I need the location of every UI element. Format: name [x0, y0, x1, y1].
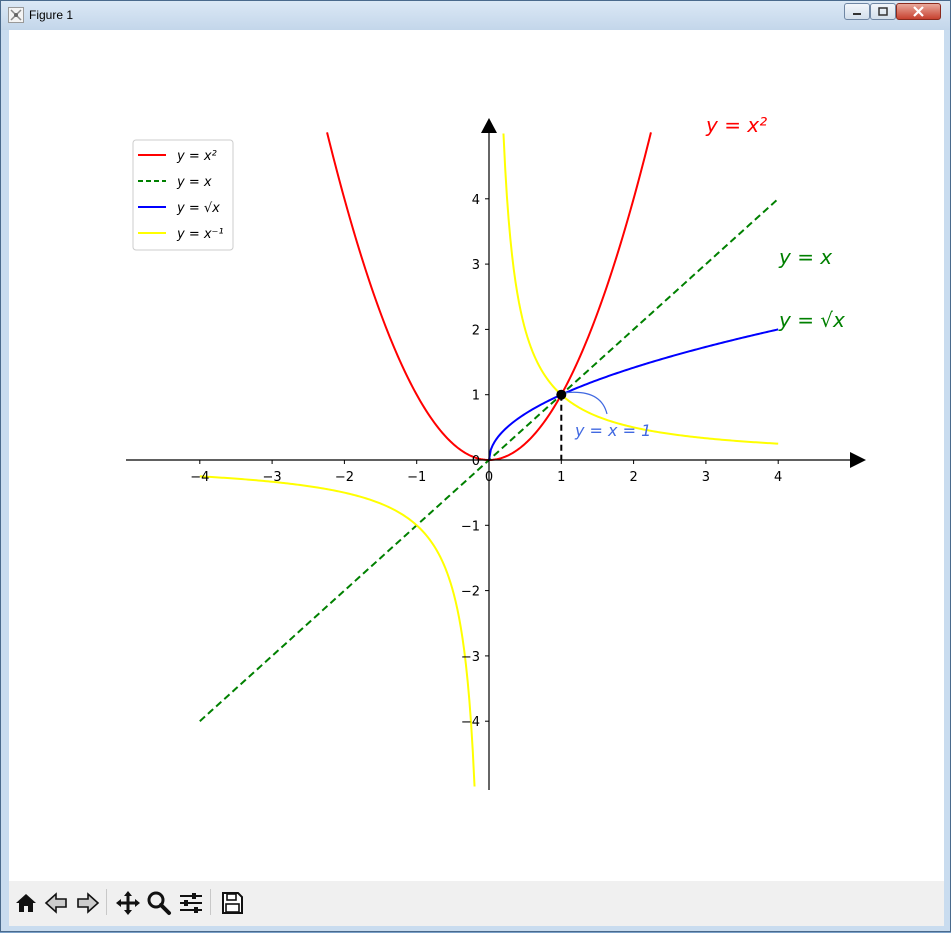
home-icon [16, 894, 36, 912]
forward-button[interactable] [72, 887, 102, 919]
figure-window: Figure 1 −4 −4 −3 −3 −2 −2 −1 −1 0 1 1 2 2 3 3 4 4 0 y = … [0, 0, 951, 932]
intersection-point [556, 389, 567, 400]
pan-button[interactable] [113, 887, 143, 919]
back-button[interactable] [42, 887, 72, 919]
x-tick-label: 0 [485, 470, 493, 485]
chart-canvas[interactable]: −4−4−3−3−2−2−1−10 112233440 y = x²y = xy … [1, 1, 951, 933]
legend-label: y = √x [176, 201, 220, 216]
y-tick-label: 3 [472, 258, 480, 273]
annotation-square-label: y = x² [705, 113, 767, 137]
y-tick-label: 4 [472, 193, 480, 208]
annotation-point-label: y = x = 1 [574, 421, 651, 440]
back-arrow-icon [44, 892, 67, 914]
forward-arrow-icon [77, 892, 100, 914]
legend: y = x² y = x y = √x y = x⁻¹ [132, 139, 234, 251]
toolbar-separator [106, 889, 107, 915]
y-tick-label: −3 [461, 650, 480, 665]
x-axis-arrow [850, 452, 866, 468]
series-line-3-1 [502, 133, 779, 445]
y-tick-label: 0 [472, 454, 480, 469]
y-tick-label: −4 [461, 715, 480, 730]
x-tick-label: −2 [335, 470, 354, 485]
legend-label: y = x [176, 175, 212, 190]
series-line-3-0 [199, 475, 476, 787]
x-tick-label: 2 [629, 470, 637, 485]
legend-label: y = x² [176, 149, 217, 164]
configure-subplots-button[interactable] [176, 887, 206, 919]
x-tick-label: −3 [263, 470, 282, 485]
y-tick-label: 1 [472, 389, 480, 404]
save-button[interactable] [217, 887, 247, 919]
y-tick-label: −1 [461, 519, 480, 534]
save-floppy-icon [222, 892, 243, 914]
x-tick-label: 4 [774, 470, 782, 485]
y-axis-arrow [481, 118, 497, 133]
zoom-button[interactable] [144, 887, 174, 919]
y-tick-label: 2 [472, 323, 480, 338]
toolbar-separator [210, 889, 211, 915]
legend-label: y = x⁻¹ [176, 227, 224, 242]
home-button[interactable] [11, 887, 41, 919]
y-tick-label: −2 [461, 585, 480, 600]
x-tick-label: −4 [190, 470, 209, 485]
x-tick-label: 3 [702, 470, 710, 485]
x-tick-label: 1 [557, 470, 565, 485]
annotation-sqrt-label: y = √x [778, 308, 845, 332]
annotation-linear-label: y = x [778, 245, 832, 269]
sliders-icon [180, 893, 202, 913]
x-tick-label: −1 [407, 470, 426, 485]
pan-move-icon [116, 891, 140, 915]
zoom-magnifier-icon [147, 891, 171, 915]
